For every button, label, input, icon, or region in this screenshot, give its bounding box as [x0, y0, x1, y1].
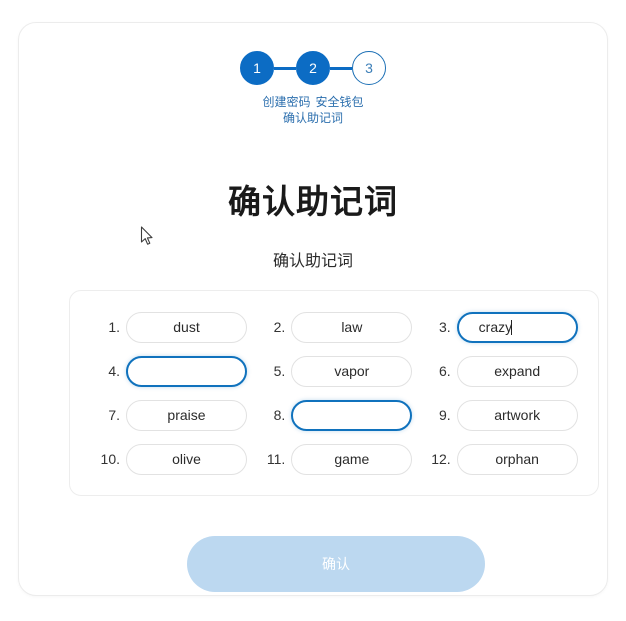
- word-cell-10: 10.: [86, 443, 251, 475]
- word-index-4: 4.: [108, 363, 120, 379]
- word-cell-5: 5.: [251, 355, 416, 387]
- confirm-button[interactable]: 确认: [187, 536, 485, 592]
- word-input-9[interactable]: [456, 399, 578, 431]
- step-connector-1-2: [274, 66, 296, 70]
- word-input-11[interactable]: [291, 443, 413, 475]
- word-input-12[interactable]: [456, 443, 578, 475]
- word-cell-8: 8.: [251, 399, 416, 431]
- mnemonic-word-box: 1. 2. 3. 4. 5. 6.: [69, 290, 599, 496]
- word-input-3[interactable]: [456, 311, 578, 343]
- word-index-2: 2.: [273, 319, 286, 335]
- word-input-5[interactable]: [291, 355, 413, 387]
- step-connector-2-3: [330, 66, 352, 70]
- step-number-2: 2: [309, 60, 317, 76]
- word-input-1[interactable]: [126, 311, 247, 343]
- word-input-7[interactable]: [126, 399, 247, 431]
- step-label-3: 确认助记词: [282, 111, 343, 125]
- word-index-12: 12.: [431, 451, 451, 467]
- step-number-1: 1: [253, 60, 261, 76]
- word-input-10[interactable]: [126, 443, 247, 475]
- word-cell-6: 6.: [417, 355, 582, 387]
- word-input-4[interactable]: [126, 355, 247, 387]
- word-cell-3: 3.: [417, 311, 582, 343]
- step-circle-1[interactable]: 1: [240, 51, 274, 85]
- word-cell-4: 4.: [86, 355, 251, 387]
- word-cell-12: 12.: [417, 443, 582, 475]
- word-cell-11: 11.: [251, 443, 416, 475]
- step-circle-2[interactable]: 2: [296, 51, 330, 85]
- word-cell-7: 7.: [86, 399, 251, 431]
- word-input-2[interactable]: [291, 311, 413, 343]
- stepper-circles: 1 2 3: [240, 51, 386, 85]
- mnemonic-word-grid: 1. 2. 3. 4. 5. 6.: [86, 305, 582, 481]
- text-caret: [511, 319, 513, 335]
- word-input-6[interactable]: [456, 355, 578, 387]
- word-cell-2: 2.: [251, 311, 416, 343]
- word-input-8[interactable]: [291, 399, 413, 431]
- onboarding-card: 1 2 3 创建密码 安全钱包 确认助记词 确认助记词 确认助记词 1. dus…: [18, 22, 608, 596]
- word-index-10: 10.: [100, 451, 120, 467]
- step-label-1: 创建密码: [262, 95, 311, 109]
- page-title: 确认助记词: [228, 183, 398, 220]
- word-cell-1: 1.: [86, 311, 251, 343]
- word-index-3: 3.: [438, 319, 451, 335]
- word-index-7: 7.: [108, 407, 120, 423]
- word-index-11: 11.: [266, 451, 286, 467]
- step-number-3: 3: [365, 60, 373, 76]
- progress-stepper: 1 2 3 创建密码 安全钱包 确认助记词: [19, 51, 607, 126]
- word-cell-9: 9.: [417, 399, 582, 431]
- stepper-labels: 创建密码 安全钱包 确认助记词: [230, 94, 396, 126]
- step-circle-3[interactable]: 3: [352, 51, 386, 85]
- page-subtitle: 确认助记词: [272, 253, 353, 270]
- word-index-6: 6.: [438, 363, 451, 379]
- word-index-8: 8.: [273, 407, 286, 423]
- step-label-2: 安全钱包: [315, 95, 364, 109]
- word-index-9: 9.: [438, 407, 451, 423]
- word-index-5: 5.: [273, 363, 286, 379]
- word-index-1: 1.: [108, 319, 120, 335]
